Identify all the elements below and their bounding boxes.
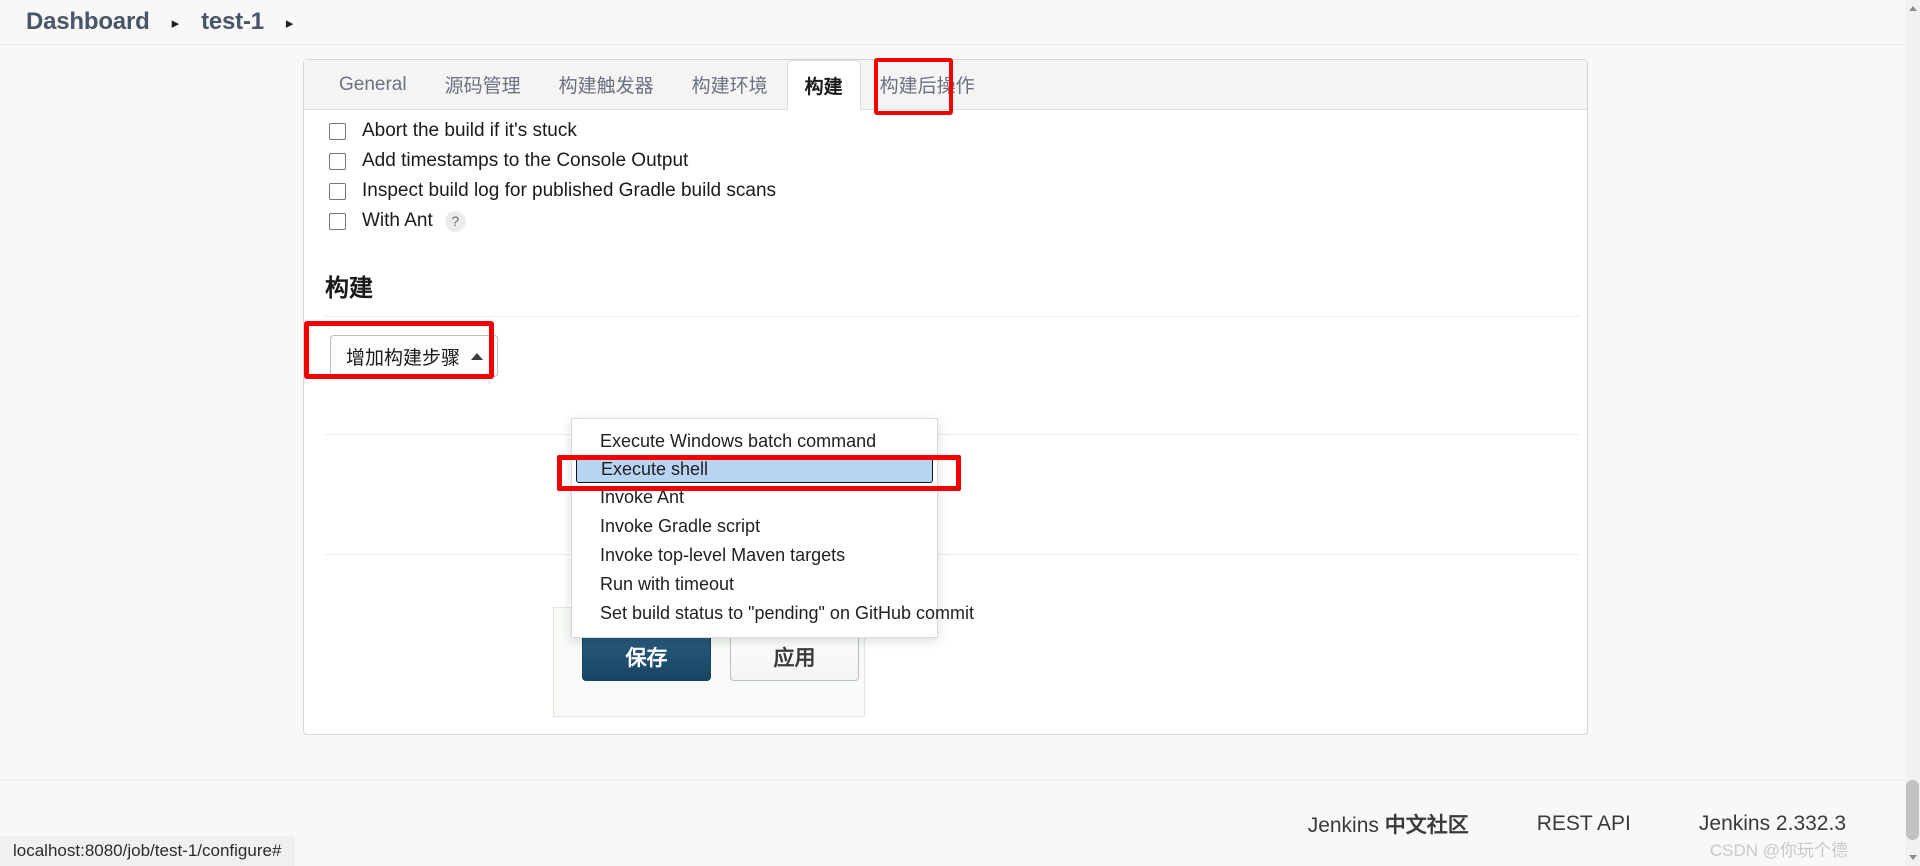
status-bar-url: localhost:8080/job/test-1/configure#: [0, 836, 296, 866]
footer-link-jenkins-chinese-community[interactable]: Jenkins 中文社区: [1308, 809, 1469, 839]
add-build-step-label: 增加构建步骤: [346, 347, 461, 369]
option-label: Abort the build if it's stuck: [362, 120, 577, 141]
chevron-up-icon: [471, 352, 484, 360]
apply-button[interactable]: 应用: [730, 632, 859, 681]
help-icon[interactable]: ?: [444, 210, 466, 232]
breadcrumb: Dashboard ▸ test-1 ▸: [0, 0, 1920, 45]
menu-item-set-build-status-pending-github[interactable]: Set build status to "pending" on GitHub …: [572, 599, 974, 628]
checkbox-inspect-build-log[interactable]: [329, 182, 346, 200]
menu-item-execute-windows-batch-command[interactable]: Execute Windows batch command: [572, 427, 937, 456]
breadcrumb-separator-icon: ▸: [171, 14, 180, 32]
add-build-step-area: 增加构建步骤: [304, 317, 1587, 379]
footer-link-text: Jenkins: [1307, 813, 1385, 837]
breadcrumb-item-dashboard[interactable]: Dashboard: [26, 8, 150, 36]
tab-build-triggers[interactable]: 构建触发器: [540, 60, 673, 109]
option-row-inspect-build-log[interactable]: Inspect build log for published Gradle b…: [312, 176, 1587, 206]
config-tabbar: General 源码管理 构建触发器 构建环境 构建 构建后操作: [304, 58, 1587, 115]
form-button-row: 保存 应用: [582, 632, 859, 681]
checkbox-with-ant[interactable]: [329, 212, 346, 230]
build-environment-option-list: Abort the build if it's stuck Add timest…: [304, 110, 1587, 236]
footer-version-label[interactable]: Jenkins 2.332.3: [1699, 812, 1846, 836]
scroll-up-arrow-icon[interactable]: [1909, 6, 1917, 11]
scroll-down-arrow-icon[interactable]: [1909, 855, 1917, 860]
menu-item-execute-shell[interactable]: Execute shell: [576, 456, 933, 483]
checkbox-add-timestamps[interactable]: [329, 152, 346, 170]
option-label: With Ant: [362, 210, 433, 231]
option-row-with-ant[interactable]: With Ant ?: [312, 206, 1587, 236]
add-build-step-button[interactable]: 增加构建步骤: [330, 335, 499, 377]
vertical-scrollbar[interactable]: [1905, 0, 1920, 866]
tab-build-environment[interactable]: 构建环境: [673, 60, 787, 109]
tab-build[interactable]: 构建: [786, 60, 861, 110]
build-section-title: 构建: [325, 275, 373, 302]
tab-source-code-management[interactable]: 源码管理: [426, 60, 540, 109]
option-label: Add timestamps to the Console Output: [362, 150, 689, 171]
option-row-abort-stuck[interactable]: Abort the build if it's stuck: [312, 116, 1587, 146]
breadcrumb-dropdown-icon[interactable]: ▸: [286, 16, 294, 31]
footer-link-rest-api[interactable]: REST API: [1537, 812, 1631, 836]
divider: [325, 554, 1579, 555]
configure-panel: General 源码管理 构建触发器 构建环境 构建 构建后操作 Abort t…: [303, 58, 1588, 735]
checkbox-abort-stuck[interactable]: [329, 122, 346, 140]
footer-link-text-bold: 中文社区: [1384, 813, 1469, 837]
menu-item-invoke-ant[interactable]: Invoke Ant: [572, 483, 937, 512]
menu-item-run-with-timeout[interactable]: Run with timeout: [572, 570, 937, 599]
save-button[interactable]: 保存: [582, 632, 711, 681]
menu-item-invoke-gradle-script[interactable]: Invoke Gradle script: [572, 512, 937, 541]
scrollbar-thumb[interactable]: [1906, 780, 1919, 840]
breadcrumb-item-test-1[interactable]: test-1: [201, 8, 264, 36]
panel-body: Abort the build if it's stuck Add timest…: [304, 110, 1587, 717]
tab-post-build-actions[interactable]: 构建后操作: [861, 60, 994, 109]
menu-item-invoke-top-level-maven-targets[interactable]: Invoke top-level Maven targets: [572, 541, 937, 570]
option-label: Inspect build log for published Gradle b…: [362, 180, 777, 201]
tab-general[interactable]: General: [320, 60, 426, 109]
option-row-add-timestamps[interactable]: Add timestamps to the Console Output: [312, 146, 1587, 176]
divider: [325, 434, 1579, 435]
watermark: CSDN @你玩个德: [1709, 841, 1848, 860]
build-step-dropdown-menu: Execute Windows batch command Execute sh…: [557, 418, 974, 638]
